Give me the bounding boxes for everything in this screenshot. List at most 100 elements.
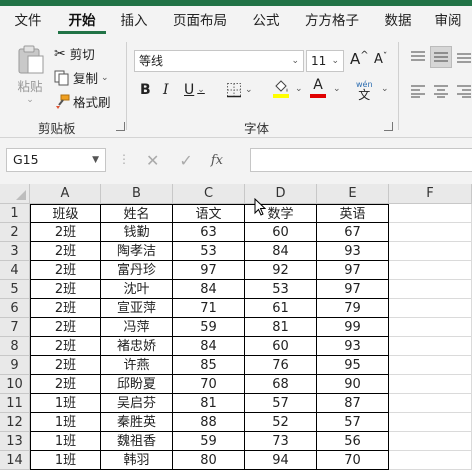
table-cell[interactable]: 73 xyxy=(245,432,317,451)
table-cell[interactable]: 88 xyxy=(173,413,245,432)
table-cell[interactable]: 59 xyxy=(173,432,245,451)
table-cell[interactable]: 70 xyxy=(173,375,245,394)
table-cell[interactable]: 99 xyxy=(317,318,389,337)
align-center-button[interactable] xyxy=(433,84,449,98)
table-cell[interactable]: 邱盼夏 xyxy=(101,375,173,394)
row-header[interactable]: 9 xyxy=(0,356,30,375)
insert-function-icon[interactable]: fx xyxy=(211,153,223,168)
tab-home[interactable]: 开始 xyxy=(56,6,108,36)
row-header[interactable]: 8 xyxy=(0,337,30,356)
table-cell[interactable]: 陶孝洁 xyxy=(101,242,173,261)
italic-button[interactable]: I xyxy=(163,82,169,98)
table-cell[interactable]: 宣亚萍 xyxy=(101,299,173,318)
table-cell[interactable]: 76 xyxy=(245,356,317,375)
table-cell[interactable]: 71 xyxy=(173,299,245,318)
table-cell[interactable]: 2班 xyxy=(30,223,101,242)
table-cell[interactable]: 冯萍 xyxy=(101,318,173,337)
border-dropdown-icon[interactable]: ⌄ xyxy=(245,85,253,95)
table-cell[interactable]: 富丹珍 xyxy=(101,261,173,280)
table-cell[interactable]: 魏祖香 xyxy=(101,432,173,451)
copy-button[interactable]: 复制 ⌄ xyxy=(54,68,109,87)
empty-cell[interactable] xyxy=(389,280,472,299)
align-top-button[interactable] xyxy=(410,50,426,64)
fill-color-dropdown-icon[interactable]: ⌄ xyxy=(295,84,303,94)
underline-dropdown-icon[interactable]: ⌄ xyxy=(197,85,205,95)
table-cell[interactable]: 2班 xyxy=(30,356,101,375)
table-cell[interactable]: 2班 xyxy=(30,299,101,318)
column-header-b[interactable]: B xyxy=(101,184,173,204)
underline-button[interactable]: U ⌄ xyxy=(184,82,205,98)
table-cell[interactable]: 61 xyxy=(245,299,317,318)
table-cell[interactable]: 94 xyxy=(245,451,317,470)
tab-page-layout[interactable]: 页面布局 xyxy=(160,6,240,36)
table-cell[interactable]: 81 xyxy=(245,318,317,337)
column-header-a[interactable]: A xyxy=(30,184,101,204)
table-cell[interactable]: 97 xyxy=(317,280,389,299)
fill-color-button[interactable] xyxy=(272,80,290,98)
row-header[interactable]: 14 xyxy=(0,451,30,470)
row-header[interactable]: 3 xyxy=(0,242,30,261)
enter-icon[interactable]: ✓ xyxy=(179,151,192,170)
paste-dropdown-icon[interactable]: ⌄ xyxy=(26,95,34,105)
table-cell[interactable]: 2班 xyxy=(30,337,101,356)
table-cell[interactable]: 53 xyxy=(173,242,245,261)
formula-input[interactable] xyxy=(250,148,472,172)
table-cell[interactable]: 97 xyxy=(173,261,245,280)
table-cell[interactable]: 1班 xyxy=(30,394,101,413)
table-cell[interactable]: 2班 xyxy=(30,242,101,261)
row-header[interactable]: 1 xyxy=(0,204,30,223)
table-cell[interactable]: 56 xyxy=(317,432,389,451)
header-cell[interactable]: 班级 xyxy=(30,204,101,223)
align-right-button[interactable] xyxy=(456,84,472,98)
empty-cell[interactable] xyxy=(389,375,472,394)
table-cell[interactable]: 吴启芬 xyxy=(101,394,173,413)
table-cell[interactable]: 52 xyxy=(245,413,317,432)
table-cell[interactable]: 53 xyxy=(245,280,317,299)
header-cell[interactable]: 姓名 xyxy=(101,204,173,223)
row-header[interactable]: 11 xyxy=(0,394,30,413)
shrink-font-button[interactable]: Aˇ xyxy=(374,52,387,68)
table-cell[interactable]: 1班 xyxy=(30,413,101,432)
cancel-icon[interactable]: ✕ xyxy=(146,151,159,170)
empty-cell[interactable] xyxy=(389,451,472,470)
empty-cell[interactable] xyxy=(389,242,472,261)
tab-fangfang[interactable]: 方方格子 xyxy=(292,6,372,36)
bold-button[interactable]: B xyxy=(140,82,151,98)
table-cell[interactable]: 84 xyxy=(173,280,245,299)
phonetic-button[interactable]: wén 文 xyxy=(356,80,373,101)
select-all-corner[interactable] xyxy=(0,184,30,204)
cut-button[interactable]: ✂ 剪切 xyxy=(54,44,95,63)
table-cell[interactable]: 秦胜英 xyxy=(101,413,173,432)
empty-cell[interactable] xyxy=(389,204,472,223)
table-cell[interactable]: 2班 xyxy=(30,280,101,299)
tab-file[interactable]: 文件 xyxy=(0,6,56,36)
table-cell[interactable]: 68 xyxy=(245,375,317,394)
row-header[interactable]: 10 xyxy=(0,375,30,394)
empty-cell[interactable] xyxy=(389,394,472,413)
table-cell[interactable]: 87 xyxy=(317,394,389,413)
column-header-c[interactable]: C xyxy=(173,184,245,204)
name-box[interactable]: G15 ▼ xyxy=(6,148,106,172)
table-cell[interactable]: 钱勤 xyxy=(101,223,173,242)
table-cell[interactable]: 92 xyxy=(245,261,317,280)
row-header[interactable]: 13 xyxy=(0,432,30,451)
empty-cell[interactable] xyxy=(389,356,472,375)
table-cell[interactable]: 2班 xyxy=(30,318,101,337)
border-button[interactable]: ⌄ xyxy=(226,82,253,98)
table-cell[interactable]: 95 xyxy=(317,356,389,375)
table-cell[interactable]: 84 xyxy=(173,337,245,356)
empty-cell[interactable] xyxy=(389,223,472,242)
font-launcher-icon[interactable] xyxy=(384,122,393,131)
table-cell[interactable]: 许燕 xyxy=(101,356,173,375)
table-cell[interactable]: 褚忠娇 xyxy=(101,337,173,356)
table-cell[interactable]: 93 xyxy=(317,337,389,356)
table-cell[interactable]: 85 xyxy=(173,356,245,375)
table-cell[interactable]: 1班 xyxy=(30,451,101,470)
table-cell[interactable]: 2班 xyxy=(30,375,101,394)
table-cell[interactable]: 57 xyxy=(317,413,389,432)
copy-dropdown-icon[interactable]: ⌄ xyxy=(101,73,109,83)
header-cell[interactable]: 英语 xyxy=(317,204,389,223)
table-cell[interactable]: 韩羽 xyxy=(101,451,173,470)
empty-cell[interactable] xyxy=(389,299,472,318)
table-cell[interactable]: 80 xyxy=(173,451,245,470)
